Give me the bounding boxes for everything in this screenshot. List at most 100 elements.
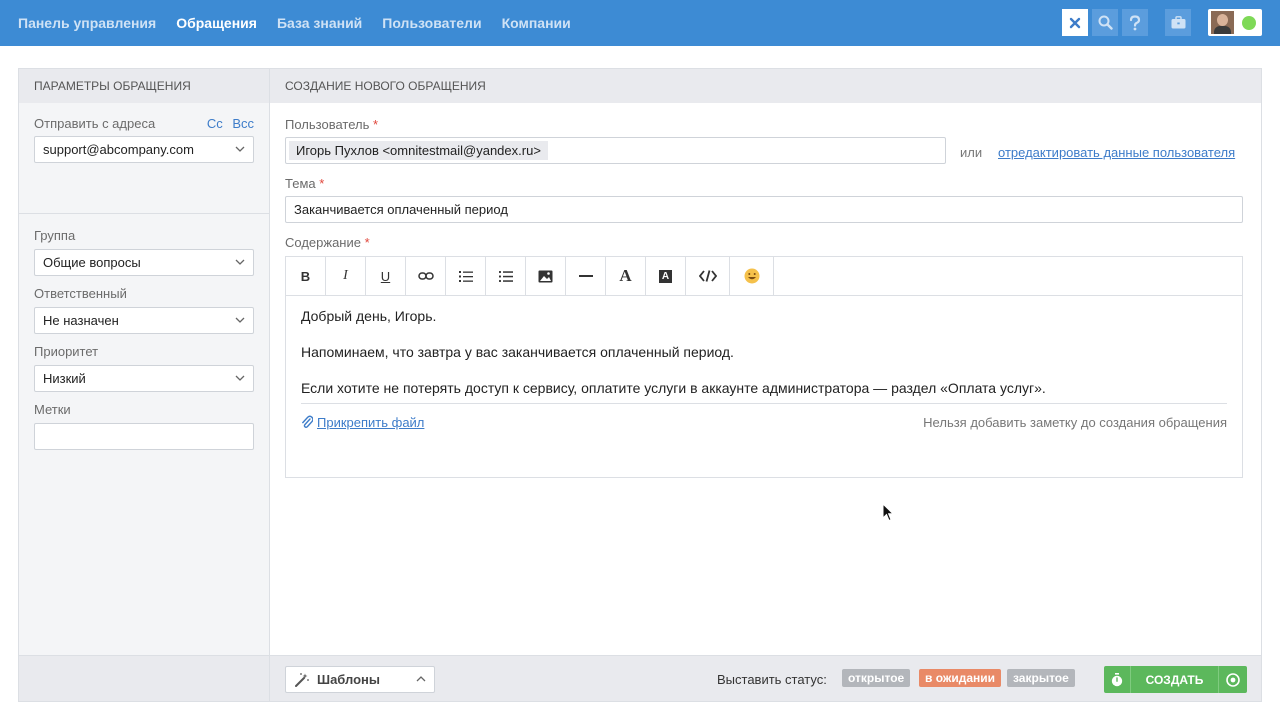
body-paragraph: Добрый день, Игорь. xyxy=(301,308,437,324)
close-button[interactable] xyxy=(1062,9,1088,36)
note-disabled-text: Нельзя добавить заметку до создания обра… xyxy=(923,414,1227,430)
chevron-down-icon xyxy=(235,259,245,265)
main-nav: Панель управления Обращения База знаний … xyxy=(18,0,591,46)
set-status-label: Выставить статус: xyxy=(717,672,827,687)
tags-label: Метки xyxy=(34,402,71,417)
paperclip-icon xyxy=(302,415,313,428)
bold-icon: B xyxy=(300,268,311,284)
templates-button[interactable]: Шаблоны xyxy=(285,666,435,693)
briefcase-button[interactable] xyxy=(1165,9,1191,36)
link-icon xyxy=(417,272,434,280)
image-button[interactable] xyxy=(526,257,566,295)
mouse-cursor-icon xyxy=(882,503,894,522)
link-button[interactable] xyxy=(406,257,446,295)
help-button[interactable] xyxy=(1122,9,1148,36)
font-icon: A xyxy=(619,266,632,285)
status-pending-badge[interactable]: в ожидании xyxy=(919,669,1002,687)
code-button[interactable] xyxy=(686,257,730,295)
ticket-parameters-sidebar: Параметры обращения Отправить с адреса C… xyxy=(19,69,270,701)
subject-input[interactable]: Заканчивается оплаченный период xyxy=(285,196,1243,223)
chevron-down-icon xyxy=(235,146,245,152)
from-address-select[interactable]: support@abcompany.com xyxy=(34,136,254,163)
content-label: Содержание xyxy=(285,235,361,250)
from-address-value: support@abcompany.com xyxy=(43,142,194,157)
cc-link[interactable]: Cc xyxy=(207,116,223,131)
text-color-icon: A xyxy=(659,269,672,283)
search-icon xyxy=(1098,15,1113,30)
content-editor: B I U A A Добрый день, Игорь. Напоминаем… xyxy=(285,256,1243,478)
assignee-select[interactable]: Не назначен xyxy=(34,307,254,334)
briefcase-icon xyxy=(1171,16,1185,29)
font-button[interactable]: A xyxy=(606,257,646,295)
assignee-value: Не назначен xyxy=(43,313,119,328)
tags-input[interactable] xyxy=(34,423,254,450)
priority-select[interactable]: Низкий xyxy=(34,365,254,392)
search-button[interactable] xyxy=(1092,9,1118,36)
emoji-button[interactable] xyxy=(730,257,774,295)
help-icon xyxy=(1129,14,1141,30)
ticket-panel: Параметры обращения Отправить с адреса C… xyxy=(18,68,1262,702)
user-field[interactable]: Игорь Пухлов <omnitestmail@yandex.ru> xyxy=(285,137,946,164)
code-icon xyxy=(698,270,717,282)
required-mark: * xyxy=(373,117,379,132)
assignee-label: Ответственный xyxy=(34,286,127,301)
attach-file-link[interactable]: Прикрепить файл xyxy=(317,415,424,430)
magic-wand-icon xyxy=(295,672,309,687)
create-button[interactable]: СОЗДАТЬ xyxy=(1104,666,1247,693)
horizontal-rule-button[interactable] xyxy=(566,257,606,295)
underline-button[interactable]: U xyxy=(366,257,406,295)
stopwatch-icon xyxy=(1111,672,1123,686)
underline-icon: U xyxy=(380,268,391,284)
online-status-indicator xyxy=(1242,15,1256,30)
unordered-list-icon xyxy=(498,270,513,282)
required-mark: * xyxy=(364,235,370,250)
create-label: СОЗДАТЬ xyxy=(1145,672,1204,687)
group-select[interactable]: Общие вопросы xyxy=(34,249,254,276)
nav-users[interactable]: Пользователи xyxy=(382,15,481,31)
group-label: Группа xyxy=(34,228,76,243)
emoji-icon xyxy=(744,268,759,284)
nav-companies[interactable]: Компании xyxy=(502,15,571,31)
body-paragraph: Если хотите не потерять доступ к сервису… xyxy=(301,380,1046,396)
form-title: Создание нового обращения xyxy=(270,69,1261,103)
target-icon xyxy=(1226,672,1240,687)
user-chip[interactable]: Игорь Пухлов <omnitestmail@yandex.ru> xyxy=(289,141,548,160)
group-value: Общие вопросы xyxy=(43,255,141,270)
user-menu[interactable] xyxy=(1208,9,1262,36)
ordered-list-button[interactable] xyxy=(446,257,486,295)
editor-content[interactable]: Добрый день, Игорь. Напоминаем, что завт… xyxy=(286,296,1242,396)
timer-button[interactable] xyxy=(1104,666,1130,693)
horizontal-rule-icon xyxy=(578,275,593,277)
chevron-up-icon xyxy=(416,676,426,682)
priority-value: Низкий xyxy=(43,371,86,386)
create-options-button[interactable] xyxy=(1219,666,1247,693)
subject-label: Тема xyxy=(285,176,316,191)
nav-tickets[interactable]: Обращения xyxy=(176,15,257,31)
text-color-button[interactable]: A xyxy=(646,257,686,295)
italic-icon: I xyxy=(343,268,348,283)
unordered-list-button[interactable] xyxy=(486,257,526,295)
italic-button[interactable]: I xyxy=(326,257,366,295)
avatar xyxy=(1211,11,1234,34)
required-mark: * xyxy=(319,176,325,191)
top-navigation-bar: Панель управления Обращения База знаний … xyxy=(0,0,1280,46)
edit-user-link[interactable]: отредактировать данные пользователя xyxy=(998,145,1235,160)
editor-toolbar: B I U A A xyxy=(286,257,1242,296)
status-closed-badge[interactable]: закрытое xyxy=(1007,669,1075,687)
or-text: или xyxy=(960,145,983,160)
bold-button[interactable]: B xyxy=(286,257,326,295)
sidebar-title: Параметры обращения xyxy=(19,69,269,103)
bcc-link[interactable]: Bcc xyxy=(232,116,254,131)
chevron-down-icon xyxy=(235,375,245,381)
topbar-actions xyxy=(1058,9,1262,36)
editor-footer: Прикрепить файл Нельзя добавить заметку … xyxy=(301,403,1227,440)
nav-dashboard[interactable]: Панель управления xyxy=(18,15,156,31)
nav-knowledge-base[interactable]: База знаний xyxy=(277,15,362,31)
status-open-badge[interactable]: открытое xyxy=(842,669,911,687)
close-icon xyxy=(1069,17,1081,28)
user-label: Пользователь xyxy=(285,117,370,132)
sidebar-footer xyxy=(19,655,269,701)
body-paragraph: Напоминаем, что завтра у вас заканчивает… xyxy=(301,344,734,360)
priority-label: Приоритет xyxy=(34,344,99,359)
image-icon xyxy=(538,270,553,282)
